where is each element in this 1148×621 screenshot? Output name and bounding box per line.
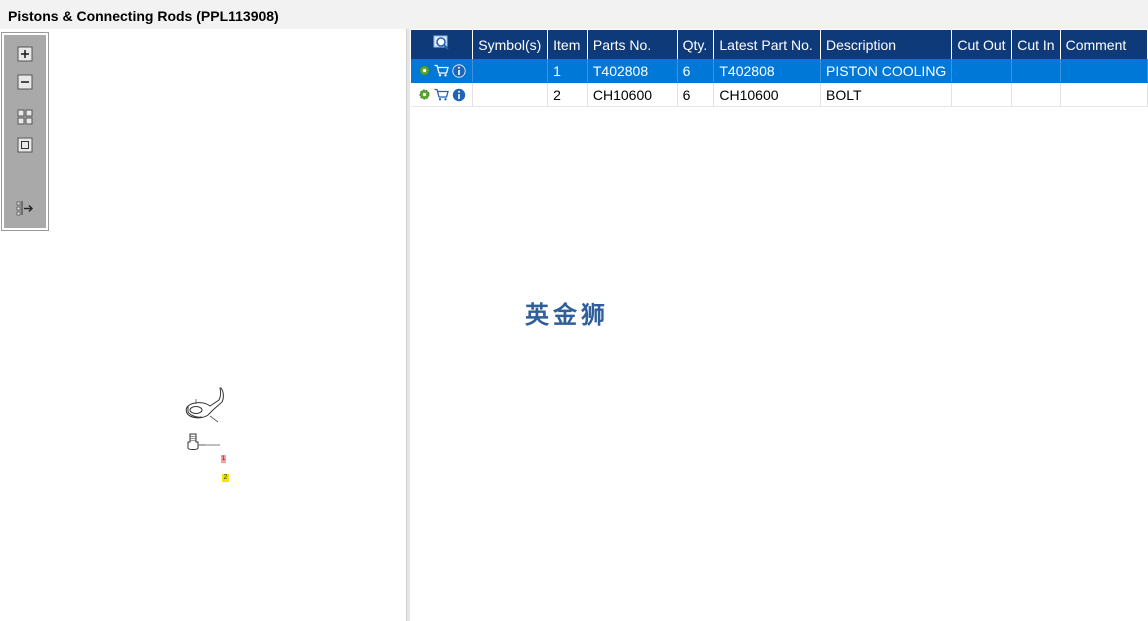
column-header-cut-out[interactable]: Cut Out	[951, 30, 1013, 59]
table-header-row: Symbol(s) Item Parts No. Qty. Latest Par…	[411, 30, 1148, 59]
info-icon[interactable]	[452, 88, 466, 102]
cell-symbols	[472, 82, 549, 107]
cell-part-no: T402808	[587, 59, 678, 83]
info-icon[interactable]	[452, 63, 466, 78]
column-header-item[interactable]: Item	[547, 30, 588, 59]
cart-icon[interactable]	[434, 64, 449, 77]
column-header-description[interactable]: Description	[820, 30, 953, 59]
column-header-latest-part-no[interactable]: Latest Part No.	[713, 30, 821, 59]
callout-1[interactable]: 1	[221, 455, 226, 463]
cell-qty: 6	[677, 82, 715, 107]
column-header-symbols[interactable]: Symbol(s)	[472, 30, 549, 59]
column-header-comment[interactable]: Comment	[1060, 30, 1148, 59]
cell-symbols	[472, 59, 549, 83]
parts-table: Symbol(s) Item Parts No. Qty. Latest Par…	[411, 30, 1148, 107]
watermark-text: 英金狮	[525, 301, 609, 329]
cell-cut-in	[1011, 59, 1061, 83]
cell-description: BOLT	[820, 82, 953, 107]
zoom-in-icon	[17, 46, 33, 62]
search-table-icon[interactable]	[433, 35, 451, 51]
diagram-toolbar	[1, 32, 49, 231]
cell-latest-part-no: CH10600	[713, 82, 821, 107]
window-title: Pistons & Connecting Rods (PPL113908)	[8, 8, 279, 24]
gear-icon[interactable]	[418, 64, 431, 77]
cell-cut-in	[1011, 82, 1061, 107]
parts-list-panel: Symbol(s) Item Parts No. Qty. Latest Par…	[410, 29, 1148, 621]
column-header-parts-no[interactable]: Parts No.	[587, 30, 678, 59]
column-header-qty[interactable]: Qty.	[677, 30, 715, 59]
export-icon	[16, 201, 33, 216]
column-header-actions[interactable]	[411, 30, 474, 59]
exploded-parts-diagram: 1 2	[180, 384, 240, 482]
export-button[interactable]	[16, 199, 34, 217]
zoom-out-icon	[17, 74, 33, 90]
diagram-panel[interactable]: 1 2	[0, 29, 406, 621]
callout-2[interactable]: 2	[222, 474, 229, 482]
cell-description: PISTON COOLING	[820, 59, 953, 83]
zoom-out-button[interactable]	[16, 73, 34, 91]
fit-page-button[interactable]	[16, 108, 34, 126]
cell-cut-out	[951, 59, 1013, 83]
cell-comment	[1060, 82, 1148, 107]
cell-item: 2	[547, 82, 588, 107]
zoom-in-button[interactable]	[16, 45, 34, 63]
cell-qty: 6	[677, 59, 715, 83]
cell-item: 1	[547, 59, 588, 83]
table-row[interactable]: 1 T402808 6 T402808 PISTON COOLING	[411, 59, 1148, 83]
cell-cut-out	[951, 82, 1013, 107]
cell-comment	[1060, 59, 1148, 83]
cart-icon[interactable]	[434, 88, 449, 101]
actual-size-button[interactable]	[16, 136, 34, 154]
parts-drawing	[185, 387, 224, 450]
column-header-cut-in[interactable]: Cut In	[1011, 30, 1061, 59]
title-bar: Pistons & Connecting Rods (PPL113908)	[0, 0, 1148, 29]
table-row[interactable]: 2 CH10600 6 CH10600 BOLT	[411, 82, 1148, 107]
gear-icon[interactable]	[418, 88, 431, 101]
actual-size-icon	[17, 137, 33, 153]
fit-page-icon	[17, 109, 33, 125]
cell-part-no: CH10600	[587, 82, 678, 107]
cell-latest-part-no: T402808	[713, 59, 821, 83]
